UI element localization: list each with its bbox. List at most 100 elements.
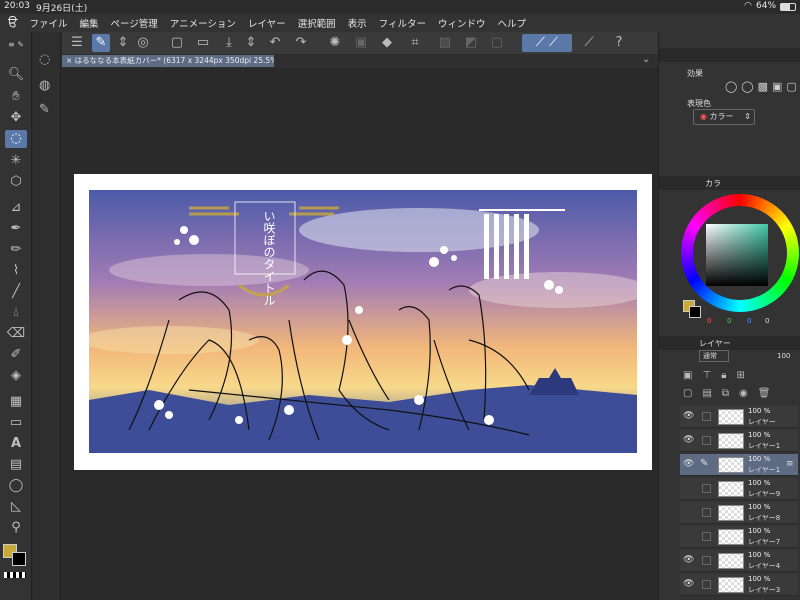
eye-icon[interactable]: 👁︎ [683, 435, 694, 445]
layer-row[interactable]: 👁︎ 100 % レイヤー4 [680, 550, 798, 572]
layer-row[interactable]: 👁︎ 100 % レイヤー3 [680, 574, 798, 596]
open-folder-icon[interactable]: ▭ [194, 34, 212, 52]
chevron-down-icon[interactable]: ⌄ [642, 54, 650, 65]
layer-opacity: 100 % [748, 503, 771, 511]
text-icon[interactable]: A [5, 435, 27, 453]
save-icon[interactable]: ⤓ [220, 34, 238, 52]
effect-icons[interactable]: ◯◯▩▣▢ [725, 80, 800, 93]
layer-row[interactable]: 100 % レイヤー7 [680, 526, 798, 548]
app-logo-icon[interactable]: ੳ [8, 16, 17, 31]
lasso-add-icon[interactable]: ◍ [39, 78, 50, 93]
invert-icon[interactable]: ▢ [488, 34, 506, 52]
fill-bucket-icon[interactable]: ◈ [5, 367, 27, 385]
color-wheel[interactable] [681, 194, 799, 312]
help-icon[interactable]: ? [610, 34, 628, 52]
undo-icon[interactable]: ↶ [266, 34, 284, 52]
new-file-icon[interactable]: ▢ [168, 34, 186, 52]
layer-tool-icons[interactable]: ▣⊤🔒︎⊞ [683, 370, 755, 381]
redo-icon[interactable]: ↷ [292, 34, 310, 52]
edit-icon[interactable]: ✎ [92, 34, 110, 52]
layer-row[interactable]: 100 % レイヤー8 [680, 502, 798, 524]
layer-action-icons[interactable]: ▢▤⧉◉🗑︎ [683, 388, 780, 399]
shape-icon[interactable]: ▭ [5, 414, 27, 432]
layer-row[interactable]: 👁︎ 100 % レイヤー [680, 406, 798, 428]
artwork-illustration: い咲ぼのタイトル [89, 190, 637, 453]
gradient-icon[interactable]: ▦ [5, 393, 27, 411]
battery-level: 64% [756, 1, 777, 11]
color-panel-tabs[interactable]: カラ [659, 176, 800, 190]
layer-row-selected[interactable]: 👁︎ ✎ 100 % レイヤー1 ≡ [680, 454, 798, 476]
layer-thumbnail [718, 553, 744, 569]
red-value: 0 [707, 317, 712, 325]
stabilizer-group-icon[interactable]: ⟋ ⟋ [522, 34, 572, 52]
selection-pen-icon[interactable]: ✎ [39, 102, 50, 117]
zoom-icon[interactable]: 🔍︎ [5, 66, 27, 84]
blend-icon[interactable]: 💧︎ [5, 304, 27, 322]
menu-animation[interactable]: アニメーション [170, 16, 236, 30]
crop-icon[interactable]: ⌗ [406, 34, 424, 52]
marker-icon[interactable]: ✐ [5, 346, 27, 364]
ruler-icon[interactable]: ◺ [5, 498, 27, 516]
menu-layer[interactable]: レイヤー [248, 16, 286, 30]
move-icon[interactable]: ✥ [5, 109, 27, 127]
pen-pressure-icon[interactable]: ⟋ [580, 34, 598, 52]
menu-selection[interactable]: 選択範囲 [298, 16, 336, 30]
spiral-icon[interactable]: ◎ [134, 34, 152, 52]
sub-view-tabs[interactable] [659, 48, 800, 62]
panel-sub-color[interactable] [689, 306, 701, 318]
transparent-color-swatch[interactable] [4, 572, 26, 578]
hamburger-menu-icon[interactable]: ☰ [68, 34, 86, 52]
opacity-value[interactable]: 100 [777, 352, 790, 360]
chevron-updown-icon: ⇕ [744, 112, 751, 121]
operation-icon[interactable]: ⬡ [5, 173, 27, 191]
correction-icon[interactable]: ⚲ [5, 519, 27, 537]
menu-page[interactable]: ページ管理 [110, 16, 157, 30]
color-square[interactable] [706, 224, 768, 286]
frame-icon[interactable]: ▤ [5, 456, 27, 474]
fill-icon[interactable]: ◆ [378, 34, 396, 52]
deselect-icon[interactable]: ◩ [462, 34, 480, 52]
expression-color-select[interactable]: ◉ カラー ⇕ [693, 109, 755, 125]
layer-menu-icon[interactable]: ≡ [786, 459, 794, 469]
loading-icon[interactable]: ✺ [326, 34, 344, 52]
lasso-sub-icon[interactable]: ◌ [39, 52, 50, 67]
balloon-icon[interactable]: ◯ [5, 477, 27, 495]
eyedropper-icon[interactable]: ⊿ [5, 199, 27, 217]
pen-icon[interactable]: ✒ [5, 220, 27, 238]
eraser-icon[interactable]: ⌫ [5, 325, 27, 343]
transform-icon[interactable]: ▨ [436, 34, 454, 52]
pencil-icon[interactable]: ✏︎ [5, 241, 27, 259]
eye-icon[interactable]: 👁︎ [683, 555, 694, 565]
layer-row[interactable]: 👁︎ 100 % レイヤー1 [680, 430, 798, 452]
layer-tab-label[interactable]: レイヤー [699, 338, 731, 349]
menu-help[interactable]: ヘルプ [498, 16, 527, 30]
menu-filter[interactable]: フィルター [379, 16, 426, 30]
menu-view[interactable]: 表示 [348, 16, 367, 30]
menu-window[interactable]: ウィンドウ [438, 16, 486, 30]
layer-row[interactable]: 100 % レイヤー9 [680, 478, 798, 500]
close-tab-icon[interactable]: × [66, 56, 75, 65]
eye-icon[interactable]: 👁︎ [683, 579, 694, 589]
stepper2-icon[interactable]: ⇕ [242, 34, 260, 52]
artwork-image[interactable]: い咲ぼのタイトル [89, 190, 637, 453]
clear-icon[interactable]: ▣ [352, 34, 370, 52]
brush-icon[interactable]: ⌇ [5, 262, 27, 280]
color-tab-label[interactable]: カラ [705, 178, 721, 189]
document-tab[interactable]: × はるななる本表紙カバー* (6317 x 3244px 350dpi 25.… [62, 55, 274, 67]
eye-icon[interactable]: 👁︎ [683, 411, 694, 421]
eye-icon[interactable]: 👁︎ [683, 459, 694, 469]
airbrush-icon[interactable]: ╱ [5, 283, 27, 301]
stepper-icon[interactable]: ⇕ [114, 34, 132, 52]
lasso-icon[interactable]: ◌ [5, 130, 27, 148]
layer-thumbnail [718, 505, 744, 521]
sub-color-swatch[interactable] [12, 552, 26, 566]
effect-label: 効果 [687, 69, 703, 78]
collapse-icon[interactable]: ≡ ✎ [5, 36, 27, 54]
layer-panel-tabs[interactable]: レイヤー [659, 336, 800, 350]
blend-mode-select[interactable]: 通常 [699, 350, 729, 362]
menu-file[interactable]: ファイル [29, 16, 67, 30]
magic-wand-icon[interactable]: ✳ [5, 152, 27, 170]
layer-thumbnail [718, 433, 744, 449]
menu-edit[interactable]: 編集 [79, 16, 98, 30]
hand-icon[interactable]: ✋︎ [5, 88, 27, 106]
